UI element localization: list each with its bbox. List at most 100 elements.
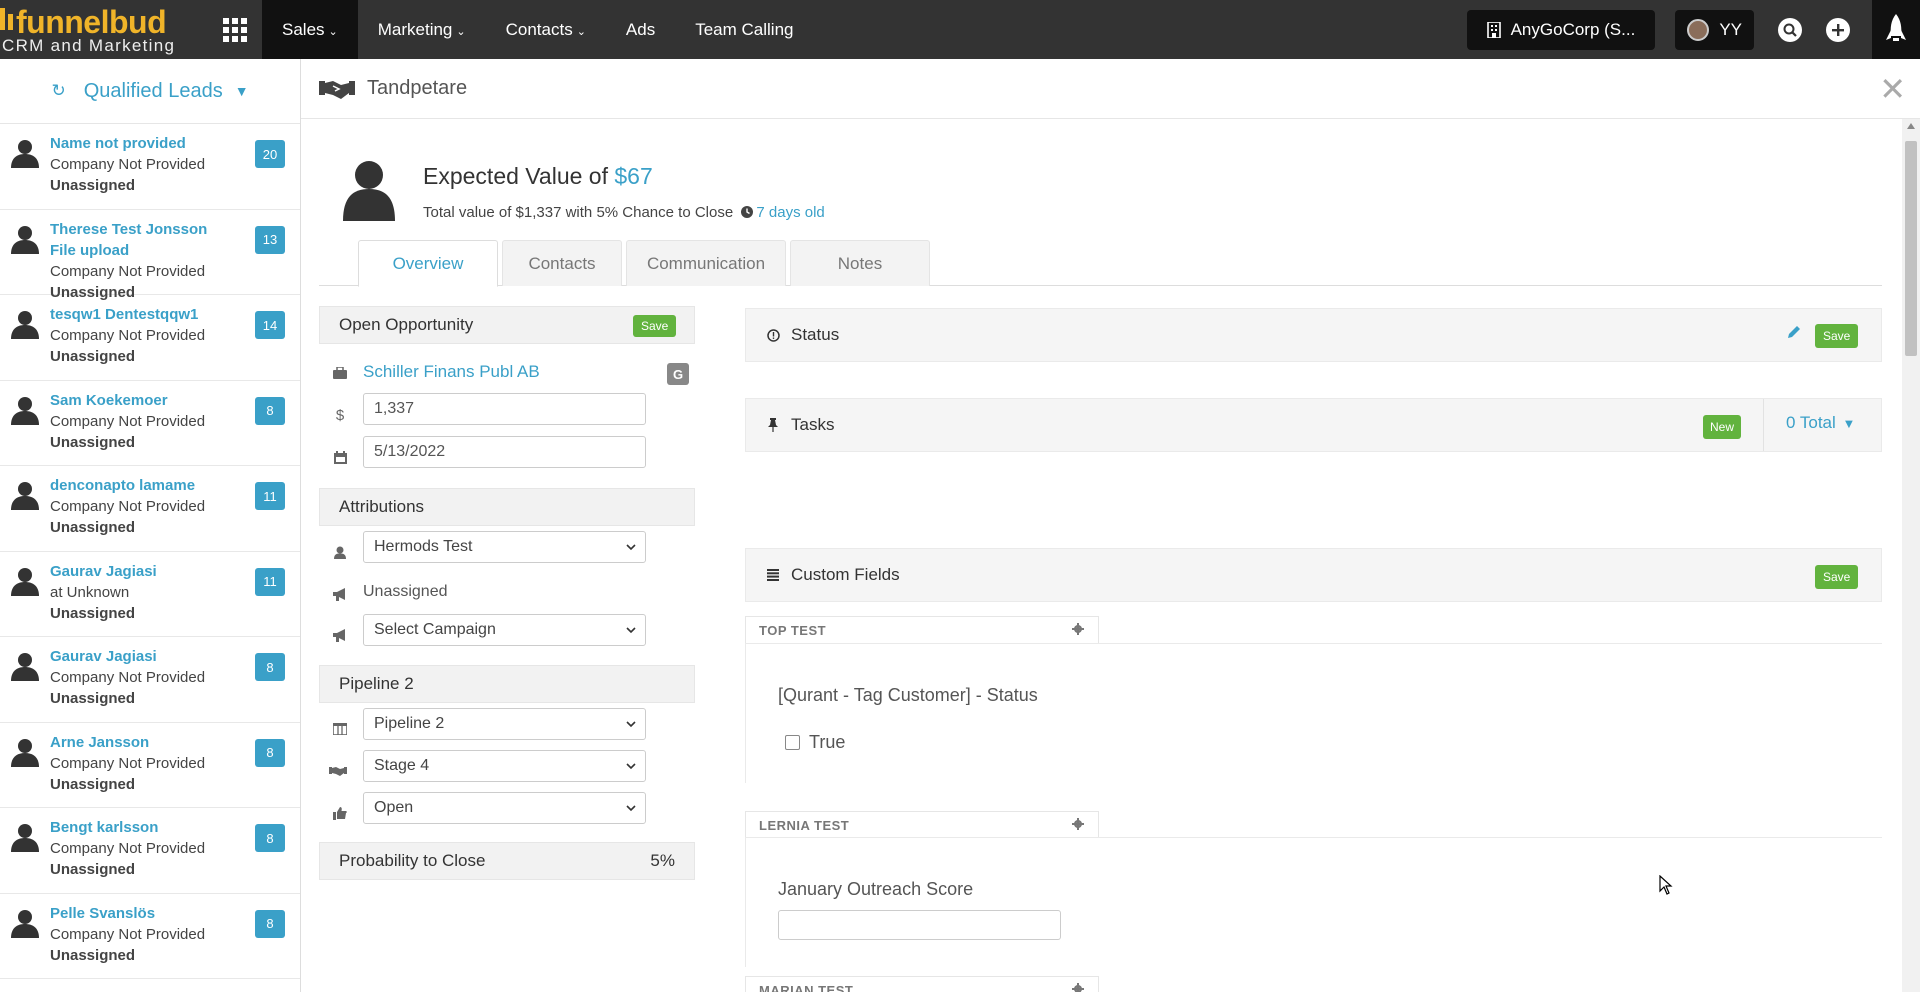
true-checkbox[interactable] <box>785 735 800 750</box>
lead-name[interactable]: Sam Koekemoer <box>50 390 230 411</box>
apps-grid-button[interactable] <box>208 0 262 59</box>
lead-list-item[interactable]: Therese Test Jonsson File upload Company N… <box>0 210 300 301</box>
lead-list-item[interactable]: Name not provided Company Not Provided Una… <box>0 124 300 210</box>
tab-overview-label: Overview <box>392 253 464 273</box>
chevron-down-icon: ⌄ <box>328 25 338 38</box>
lead-score-badge: 8 <box>255 653 285 681</box>
custom-fields-title: Custom Fields <box>791 565 900 584</box>
lead-list-item[interactable]: Arne Jansson Company Not Provided Unassign… <box>0 723 300 808</box>
add-new-button[interactable] <box>1824 16 1852 44</box>
refresh-icon[interactable]: ↻ <box>51 81 65 101</box>
tasks-total-dropdown[interactable]: 0 Total ▼ <box>1786 413 1855 433</box>
open-opportunity-title: Open Opportunity <box>339 315 474 334</box>
lead-list-item[interactable]: Pelle Svanslös Company Not Provided Unassi… <box>0 894 300 979</box>
lead-details: Company Not Provided Unassigned <box>50 838 205 880</box>
lead-details: Company Not Provided Unassigned <box>50 325 205 367</box>
nav-marketing[interactable]: Marketing ⌄ <box>358 0 486 59</box>
lead-name[interactable]: Pelle Svanslös <box>50 903 230 924</box>
chevron-down-icon <box>626 721 636 728</box>
lead-name[interactable]: Gaurav Jagiasi <box>50 561 230 582</box>
gear-icon[interactable] <box>1072 983 1084 992</box>
close-icon[interactable]: ✕ <box>1879 73 1906 105</box>
save-custom-fields-button[interactable]: Save <box>1815 565 1859 589</box>
caret-down-icon[interactable]: ▼ <box>235 83 249 99</box>
amount-input[interactable]: 1,337 <box>363 393 646 425</box>
lead-name[interactable]: denconapto lamame <box>50 475 230 496</box>
state-select[interactable]: Open <box>363 792 646 824</box>
lead-name[interactable]: Therese Test Jonsson File upload <box>50 219 230 261</box>
stage-select[interactable]: Stage 4 <box>363 750 646 782</box>
lead-name[interactable]: Arne Jansson <box>50 732 230 753</box>
lead-name[interactable]: tesqw1 Dentestqqw1 <box>50 304 230 325</box>
tab-overview[interactable]: Overview <box>358 240 498 287</box>
person-placeholder-icon <box>11 482 39 510</box>
nav-sales[interactable]: Sales ⌄ <box>262 0 358 59</box>
probability-heading: Probability to Close 5% <box>319 842 695 880</box>
pencil-icon[interactable] <box>1786 324 1802 340</box>
campaign-selected: Select Campaign <box>374 621 496 638</box>
person-placeholder-icon <box>11 396 39 425</box>
scroll-up-arrow-icon[interactable] <box>1907 123 1915 129</box>
lead-score-badge: 8 <box>255 738 285 767</box>
clock-icon <box>741 205 754 218</box>
person-placeholder-icon <box>11 311 39 339</box>
deal-header: Tandpetare <box>301 59 1920 119</box>
save-opportunity-button[interactable]: Save <box>633 315 677 337</box>
lead-company: Company Not Provided <box>50 156 206 173</box>
deal-age[interactable]: 7 days old <box>756 204 824 221</box>
pipeline-select[interactable]: Pipeline 2 <box>363 708 646 740</box>
lead-score-badge: 8 <box>255 396 285 425</box>
vertical-scrollbar[interactable] <box>1902 119 1920 992</box>
dollar-icon: $ <box>331 406 349 424</box>
lead-score-badge: 11 <box>255 482 285 510</box>
close-date-input[interactable]: 5/13/2022 <box>363 436 646 468</box>
organization-switcher[interactable]: AnyGoCorp (S... <box>1466 9 1656 50</box>
lead-name[interactable]: Name not provided <box>50 133 230 154</box>
person-placeholder-icon <box>11 653 39 681</box>
scrollbar-thumb[interactable] <box>1905 141 1917 356</box>
nav-ads[interactable]: Ads <box>606 0 675 59</box>
campaign-select[interactable]: Select Campaign <box>363 614 646 646</box>
lead-name[interactable]: Gaurav Jagiasi <box>50 646 230 667</box>
lead-list-item[interactable]: Sam Koekemoer Company Not Provided Unassig… <box>0 381 300 466</box>
tab-contacts[interactable]: Contacts <box>502 240 622 286</box>
leads-list-title[interactable]: Qualified Leads <box>84 80 223 103</box>
leads-list-header: ↻ Qualified Leads ▼ <box>0 59 300 124</box>
google-search-icon[interactable]: G <box>667 363 689 385</box>
tab-notes[interactable]: Notes <box>790 240 930 286</box>
lead-details: Company Not Provided Unassigned <box>50 154 205 196</box>
lead-name[interactable]: Bengt karlsson <box>50 817 230 838</box>
user-menu-button[interactable]: YY <box>1675 9 1754 50</box>
chevron-down-icon: ⌄ <box>456 25 466 38</box>
lead-details: Company Not Provided Unassigned <box>50 411 205 453</box>
new-task-button[interactable]: New <box>1703 415 1742 439</box>
company-link[interactable]: Schiller Finans Publ AB <box>363 362 540 382</box>
lead-owner: Unassigned <box>50 946 136 964</box>
tab-communication[interactable]: Communication <box>626 240 786 286</box>
lead-list-item[interactable]: tesqw1 Dentestqqw1 Company Not Provided Un… <box>0 295 300 381</box>
january-outreach-score-input[interactable] <box>778 910 1061 940</box>
nav-contacts[interactable]: Contacts ⌄ <box>486 0 606 59</box>
search-button[interactable] <box>1776 16 1804 44</box>
brand-logo[interactable]: funnelbud CRM and Marketing <box>0 0 208 59</box>
search-icon <box>1778 17 1802 42</box>
gear-icon[interactable] <box>1072 623 1084 635</box>
lead-owner: Unassigned <box>50 348 136 365</box>
nav-team-calling[interactable]: Team Calling <box>675 0 813 59</box>
top-navbar: funnelbud CRM and Marketing Sales ⌄ Marke… <box>0 0 1920 59</box>
lead-list-item[interactable]: Bengt karlsson Company Not Provided Unassi… <box>0 808 300 894</box>
section-top-test: TOP TEST <box>745 616 1099 643</box>
owner-select[interactable]: Hermods Test <box>363 531 646 563</box>
section-marian-test-title: MARIAN TEST <box>759 982 854 992</box>
lead-list-item[interactable]: Gaurav Jagiasi Company Not Provided Unassi… <box>0 637 300 723</box>
save-status-button[interactable]: Save <box>1815 324 1859 348</box>
nav-marketing-label: Marketing <box>377 19 453 39</box>
lead-list-item[interactable]: denconapto lamame Company Not Provided Una… <box>0 466 300 552</box>
lead-list-item[interactable]: Gaurav Jagiasi at Unknown Unassigned 11 <box>0 552 300 637</box>
gear-icon[interactable] <box>1072 818 1084 830</box>
lead-name-line: Therese Test Jonsson <box>50 220 208 238</box>
custom-field-label: January Outreach Score <box>778 879 974 899</box>
launch-button[interactable] <box>1872 0 1920 59</box>
person-placeholder-icon <box>11 738 39 767</box>
brand-tagline: CRM and Marketing <box>2 36 176 55</box>
